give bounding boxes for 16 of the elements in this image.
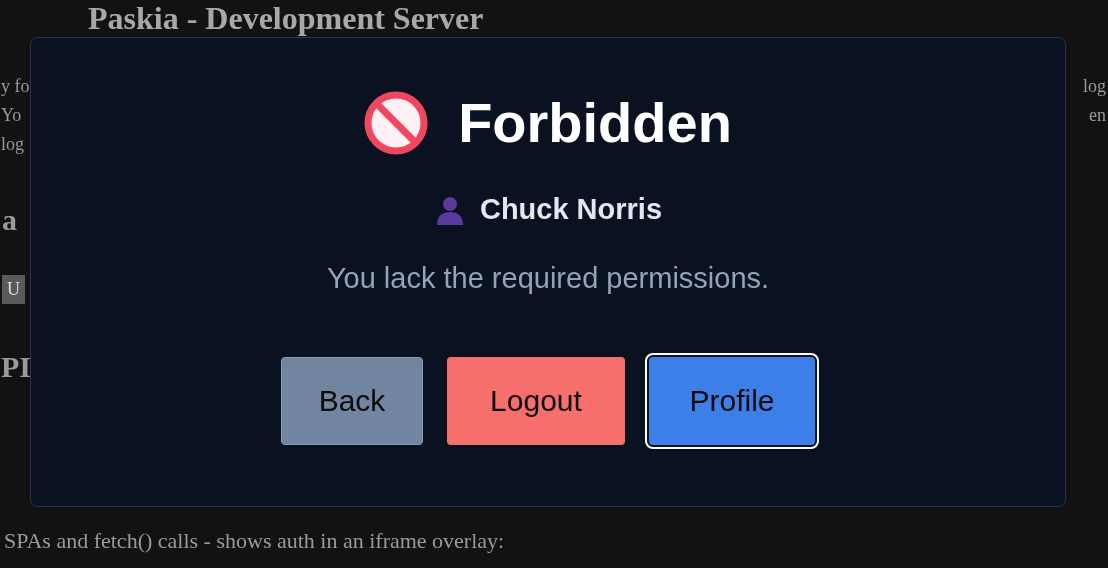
paragraph-text: Yo <box>1 105 23 126</box>
dialog-title: Forbidden <box>458 90 732 155</box>
paragraph-text: en <box>1089 105 1106 126</box>
error-message: You lack the required permissions. <box>326 262 770 295</box>
section-heading: a <box>2 203 17 237</box>
paragraph-text: y fo <box>1 76 30 97</box>
section-heading: PI <box>1 350 31 384</box>
paragraph-text: log <box>1083 76 1106 97</box>
back-button[interactable]: Back <box>281 357 423 445</box>
paragraph-text: log <box>1 134 25 155</box>
page-button[interactable]: U <box>2 275 25 304</box>
page-title: Paskia - Development Server <box>88 0 484 36</box>
paragraph-text: SPAs and fetch() calls - shows auth in an iframe overlay: <box>4 528 505 554</box>
user-name: Chuck Norris <box>479 193 663 226</box>
prohibited-icon <box>364 90 429 155</box>
logout-button[interactable]: Logout <box>447 357 625 445</box>
